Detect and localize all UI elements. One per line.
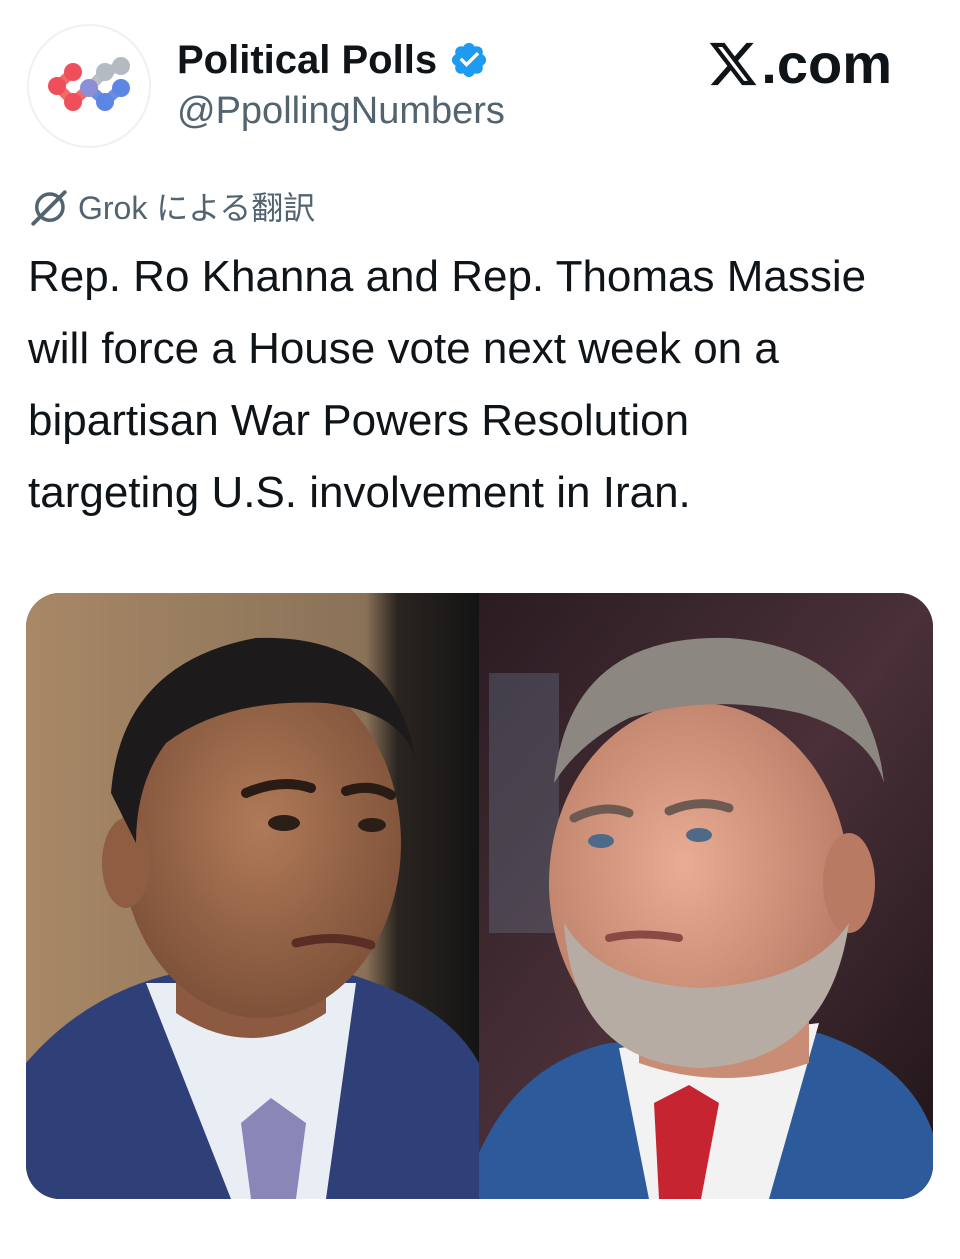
tweet-text-line: targeting U.S. involvement in Iran. <box>28 468 691 517</box>
translation-label[interactable]: Grok による翻訳 <box>28 186 315 230</box>
portrait-thomas-massie[interactable] <box>479 593 933 1199</box>
tweet-text: Rep. Ro Khanna and Rep. Thomas Massie wi… <box>28 241 938 529</box>
avatar[interactable] <box>27 24 151 148</box>
x-com-brand: .com <box>707 34 892 94</box>
tweet-media[interactable] <box>26 593 933 1199</box>
political-polls-logo-icon <box>48 57 130 111</box>
brand-domain-text: .com <box>761 32 892 95</box>
x-logo-icon <box>710 42 757 86</box>
grok-icon <box>31 190 67 226</box>
tweet-text-line: Rep. Ro Khanna and Rep. Thomas Massie <box>28 252 867 301</box>
verified-badge-icon <box>451 42 487 78</box>
tweet-card: Political Polls @PpollingNumbers .com Gr… <box>0 0 960 1259</box>
tweet-text-line: bipartisan War Powers Resolution <box>28 396 690 445</box>
tweet-text-line: will force a House vote next week on a <box>28 324 779 373</box>
account-name-row[interactable]: Political Polls <box>177 36 489 84</box>
account-display-name[interactable]: Political Polls <box>177 36 437 84</box>
account-handle[interactable]: @PpollingNumbers <box>177 88 505 134</box>
translation-label-text: Grok による翻訳 <box>78 190 316 226</box>
portrait-ro-khanna[interactable] <box>26 593 479 1199</box>
